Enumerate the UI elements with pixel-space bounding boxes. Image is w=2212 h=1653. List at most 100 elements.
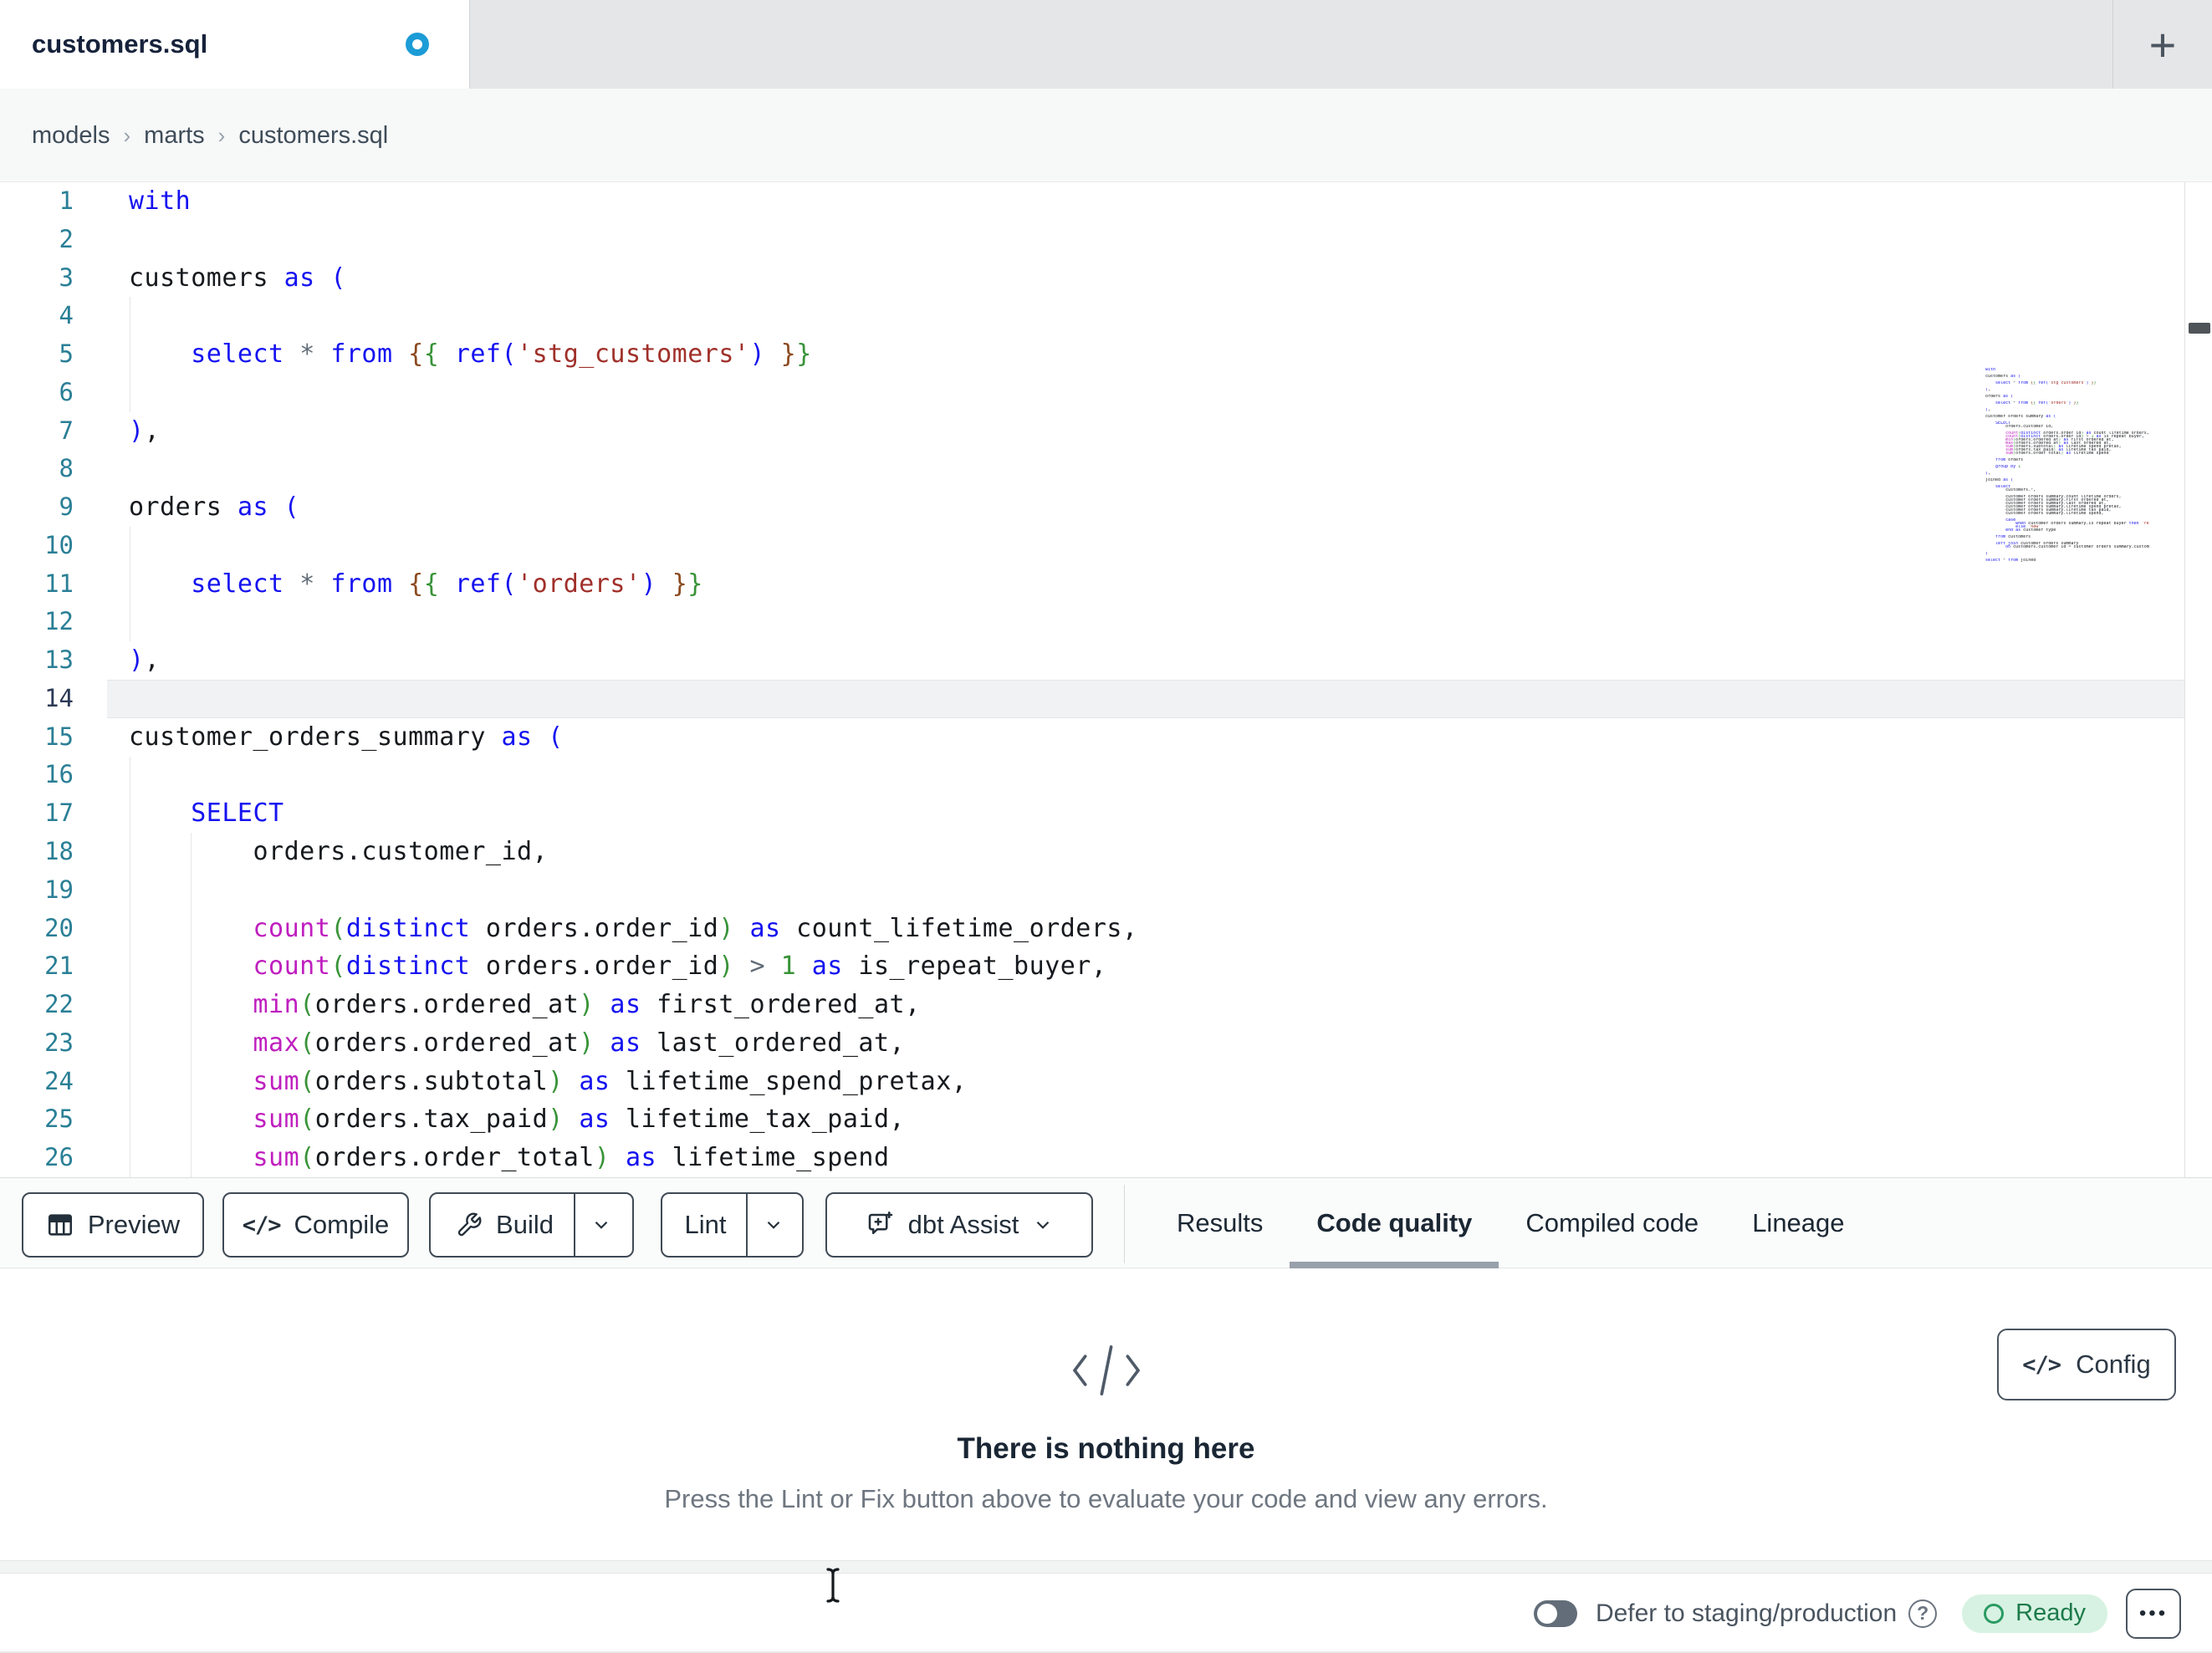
- breadcrumb: models › marts › customers.sql: [32, 89, 388, 182]
- code-line[interactable]: 8: [0, 450, 2212, 488]
- line-number[interactable]: 18: [0, 833, 74, 871]
- tab-lineage[interactable]: Lineage: [1725, 1178, 1871, 1268]
- code-line[interactable]: 16: [0, 756, 2212, 794]
- code-text: sum(orders.order_total) as lifetime_spen…: [253, 1143, 890, 1173]
- tab-compiled-code[interactable]: Compiled code: [1499, 1178, 1725, 1268]
- lint-main[interactable]: Lint: [665, 1194, 747, 1256]
- line-number[interactable]: 11: [0, 565, 74, 604]
- lint-label: Lint: [684, 1210, 727, 1239]
- code-text: sum(orders.subtotal) as lifetime_spend_p…: [253, 1066, 968, 1096]
- text-cursor-pointer: [823, 1567, 843, 1604]
- dbt-assist-label: dbt Assist: [907, 1210, 1019, 1239]
- lint-dropdown[interactable]: [746, 1194, 799, 1256]
- line-number[interactable]: 24: [0, 1063, 74, 1101]
- code-line[interactable]: 3 customers as (: [0, 259, 2212, 298]
- line-number[interactable]: 1: [0, 182, 74, 221]
- preview-label: Preview: [87, 1210, 181, 1239]
- config-label: Config: [2076, 1349, 2151, 1379]
- line-number[interactable]: 9: [0, 488, 74, 527]
- tab-code-quality[interactable]: Code quality: [1290, 1178, 1499, 1268]
- code-line[interactable]: 24 sum(orders.subtotal) as lifetime_spen…: [0, 1063, 2212, 1101]
- line-number[interactable]: 14: [0, 680, 74, 718]
- preview-button[interactable]: Preview: [22, 1192, 204, 1258]
- line-number[interactable]: 22: [0, 986, 74, 1024]
- code-line[interactable]: 2: [0, 221, 2212, 259]
- code-icon: </>: [2022, 1351, 2061, 1378]
- tab-bar-divider: [2112, 0, 2113, 89]
- code-line[interactable]: 11 select * from {{ ref('orders') }}: [0, 565, 2212, 604]
- code-text: max(orders.ordered_at) as last_ordered_a…: [253, 1028, 906, 1058]
- code-line[interactable]: 23 max(orders.ordered_at) as last_ordere…: [0, 1024, 2212, 1063]
- code-text: count(distinct orders.order_id) > 1 as i…: [253, 951, 1107, 982]
- code-line[interactable]: 13),: [0, 641, 2212, 680]
- breadcrumb-item[interactable]: models: [32, 122, 110, 150]
- code-line[interactable]: 15 customer_orders_summary as (: [0, 718, 2212, 757]
- build-button[interactable]: Build: [429, 1192, 634, 1258]
- code-line[interactable]: 18 orders.customer_id,: [0, 833, 2212, 871]
- defer-label: Defer to staging/production: [1595, 1599, 1898, 1627]
- code-icon: </>: [242, 1212, 282, 1238]
- code-line[interactable]: 20 count(distinct orders.order_id) as co…: [0, 910, 2212, 948]
- code-line[interactable]: 19: [0, 871, 2212, 910]
- code-text: customer_orders_summary as (: [129, 722, 564, 752]
- line-number[interactable]: 17: [0, 794, 74, 833]
- code-line[interactable]: 7),: [0, 412, 2212, 451]
- line-number[interactable]: 25: [0, 1100, 74, 1139]
- line-number[interactable]: 5: [0, 335, 74, 374]
- toggle-knob: [1536, 1603, 1557, 1624]
- plus-icon: +: [2148, 18, 2177, 71]
- help-icon[interactable]: ?: [1908, 1599, 1938, 1628]
- chevron-down-icon: [1037, 1221, 1050, 1229]
- code-editor[interactable]: 1 with 2 3 customers as (4 5 select * from {{…: [0, 182, 2212, 1177]
- line-number[interactable]: 2: [0, 221, 74, 259]
- code-lines: 1 with 2 3 customers as (4 5 select * from {{…: [0, 182, 2212, 1177]
- line-number[interactable]: 21: [0, 947, 74, 986]
- code-line[interactable]: 21 count(distinct orders.order_id) > 1 a…: [0, 947, 2212, 986]
- more-options-button[interactable]: •••: [2126, 1588, 2181, 1639]
- line-number[interactable]: 16: [0, 756, 74, 794]
- line-number[interactable]: 3: [0, 259, 74, 298]
- line-number[interactable]: 15: [0, 718, 74, 757]
- code-line[interactable]: 22 min(orders.ordered_at) as first_order…: [0, 986, 2212, 1024]
- tab-customers-sql[interactable]: customers.sql: [0, 0, 470, 89]
- code-line[interactable]: 14: [0, 679, 2212, 718]
- code-line[interactable]: 1 with: [0, 182, 2212, 221]
- code-line[interactable]: 4: [0, 297, 2212, 335]
- line-number[interactable]: 4: [0, 297, 74, 335]
- code-text: ),: [129, 645, 161, 676]
- line-number[interactable]: 7: [0, 412, 74, 451]
- line-number[interactable]: 26: [0, 1139, 74, 1177]
- line-number[interactable]: 23: [0, 1024, 74, 1063]
- line-number[interactable]: 6: [0, 374, 74, 412]
- code-line[interactable]: 6: [0, 374, 2212, 412]
- line-number[interactable]: 8: [0, 450, 74, 488]
- tab-results[interactable]: Results: [1150, 1178, 1290, 1268]
- code-line[interactable]: 9 orders as (: [0, 488, 2212, 527]
- line-number[interactable]: 20: [0, 910, 74, 948]
- code-line[interactable]: 26 sum(orders.order_total) as lifetime_s…: [0, 1139, 2212, 1177]
- config-button[interactable]: </> Config: [1997, 1329, 2176, 1400]
- line-number[interactable]: 13: [0, 641, 74, 680]
- code-line[interactable]: 10: [0, 527, 2212, 565]
- compile-button[interactable]: </> Compile: [222, 1192, 409, 1258]
- line-number[interactable]: 12: [0, 603, 74, 641]
- line-number[interactable]: 10: [0, 527, 74, 565]
- build-main[interactable]: Build: [436, 1194, 574, 1256]
- lint-button[interactable]: Lint: [661, 1192, 804, 1258]
- breadcrumb-item[interactable]: marts: [144, 122, 205, 150]
- line-number[interactable]: 19: [0, 871, 74, 910]
- code-line[interactable]: 25 sum(orders.tax_paid) as lifetime_tax_…: [0, 1100, 2212, 1139]
- code-line[interactable]: 5 select * from {{ ref('stg_customers') …: [0, 335, 2212, 374]
- defer-toggle[interactable]: [1533, 1599, 1577, 1627]
- chevron-down-icon: [768, 1221, 780, 1229]
- breadcrumb-item[interactable]: customers.sql: [238, 122, 388, 150]
- wrench-icon: [456, 1212, 483, 1238]
- code-line[interactable]: 17 SELECT: [0, 794, 2212, 833]
- build-dropdown[interactable]: [573, 1194, 627, 1256]
- new-tab-button[interactable]: +: [2129, 0, 2196, 89]
- compile-label: Compile: [294, 1210, 390, 1239]
- empty-state-title: There is nothing here: [957, 1432, 1255, 1465]
- code-line[interactable]: 12: [0, 603, 2212, 641]
- status-badge[interactable]: Ready: [1962, 1594, 2107, 1633]
- dbt-assist-button[interactable]: dbt Assist: [825, 1192, 1093, 1258]
